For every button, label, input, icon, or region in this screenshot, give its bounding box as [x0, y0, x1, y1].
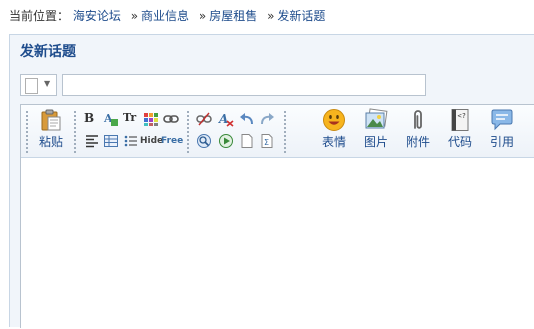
post-panel: 发新话题 ▼ 粘贴 B A Tr Hide Free A Σ 表情 图片 附件 … — [9, 34, 534, 329]
list-icon — [124, 135, 137, 147]
remove-format-button[interactable]: A — [218, 111, 234, 127]
globe-search-icon — [197, 134, 211, 148]
font-size-button[interactable]: Tr — [123, 111, 136, 124]
unlink-icon — [196, 112, 212, 126]
link-button[interactable] — [163, 111, 179, 127]
attachment-label: 附件 — [405, 135, 430, 149]
breadcrumb-lead: 当前位置： — [9, 9, 70, 23]
color-grid-icon — [144, 113, 158, 126]
svg-text:<?: <? — [458, 112, 466, 120]
sigma-page-icon: Σ — [261, 134, 273, 148]
unlink-button[interactable] — [196, 111, 212, 127]
svg-text:Σ: Σ — [264, 138, 269, 147]
blank-page-icon — [241, 134, 253, 148]
breadcrumb-link-housing[interactable]: 房屋租售 — [209, 9, 257, 23]
free-button[interactable]: Free — [161, 136, 183, 146]
font-color-icon: A — [103, 112, 118, 126]
editor: 粘贴 B A Tr Hide Free A Σ 表情 图片 附件 <? 代码 引… — [20, 104, 534, 329]
bold-button[interactable]: B — [84, 111, 94, 125]
font-color-button[interactable]: A — [103, 111, 119, 127]
image-button[interactable]: 图片 — [360, 108, 392, 154]
media-play-icon — [219, 134, 233, 148]
paste-label: 粘贴 — [38, 135, 63, 149]
code-label: 代码 — [447, 135, 472, 149]
emoticon-label: 表情 — [321, 135, 346, 149]
redo-icon — [261, 113, 274, 125]
svg-text:A: A — [218, 112, 228, 126]
editor-content-area[interactable] — [21, 158, 534, 329]
hide-button[interactable]: Hide — [140, 136, 163, 146]
topic-type-select[interactable]: ▼ — [20, 74, 57, 96]
toolbar-grip[interactable] — [25, 110, 29, 154]
remove-format-icon: A — [218, 112, 234, 127]
redo-button[interactable] — [259, 111, 275, 127]
code-file-icon: <? — [451, 109, 469, 131]
toolbar-grip[interactable] — [283, 110, 287, 154]
panel-title: 发新话题 — [20, 44, 76, 60]
image-label: 图片 — [363, 135, 388, 149]
emoticon-button[interactable]: 表情 — [318, 108, 350, 154]
breadcrumb-link-forum[interactable]: 海安论坛 — [73, 9, 121, 23]
media-button[interactable] — [218, 133, 234, 149]
align-left-icon — [86, 135, 98, 148]
code-button[interactable]: <? 代码 — [444, 108, 476, 154]
paperclip-icon — [414, 110, 422, 129]
undo-button[interactable] — [239, 111, 255, 127]
new-page-button[interactable] — [239, 133, 255, 149]
background-color-button[interactable] — [143, 111, 159, 127]
breadcrumb-separator: » — [130, 9, 139, 23]
formula-button[interactable]: Σ — [259, 133, 275, 149]
quote-button[interactable]: 引用 — [486, 108, 518, 154]
breadcrumb-separator: » — [198, 9, 207, 23]
document-icon — [25, 78, 38, 94]
toolbar-grip[interactable] — [186, 110, 190, 154]
clipboard-icon — [41, 109, 61, 131]
search-replace-button[interactable] — [196, 133, 212, 149]
toolbar-grip[interactable] — [73, 110, 77, 154]
smiley-icon — [323, 109, 345, 131]
table-button[interactable] — [103, 133, 119, 149]
editor-toolbar: 粘贴 B A Tr Hide Free A Σ 表情 图片 附件 <? 代码 引… — [21, 105, 534, 158]
quote-label: 引用 — [489, 135, 514, 149]
chevron-down-icon: ▼ — [44, 79, 51, 88]
breadcrumb-link-business[interactable]: 商业信息 — [141, 9, 189, 23]
align-left-button[interactable] — [84, 133, 100, 149]
link-icon — [163, 115, 179, 123]
breadcrumb: 当前位置： 海安论坛 » 商业信息 » 房屋租售 » 发新话题 — [9, 8, 325, 24]
picture-icon — [365, 108, 388, 129]
undo-icon — [240, 113, 253, 125]
breadcrumb-separator: » — [267, 9, 275, 23]
speech-bubble-icon — [491, 109, 513, 131]
subject-input[interactable] — [62, 74, 426, 96]
attachment-button[interactable]: 附件 — [402, 108, 434, 154]
paste-button[interactable]: 粘贴 — [35, 108, 67, 154]
breadcrumb-link-new-topic[interactable]: 发新话题 — [277, 9, 325, 23]
table-icon — [104, 135, 118, 147]
list-button[interactable] — [123, 133, 139, 149]
